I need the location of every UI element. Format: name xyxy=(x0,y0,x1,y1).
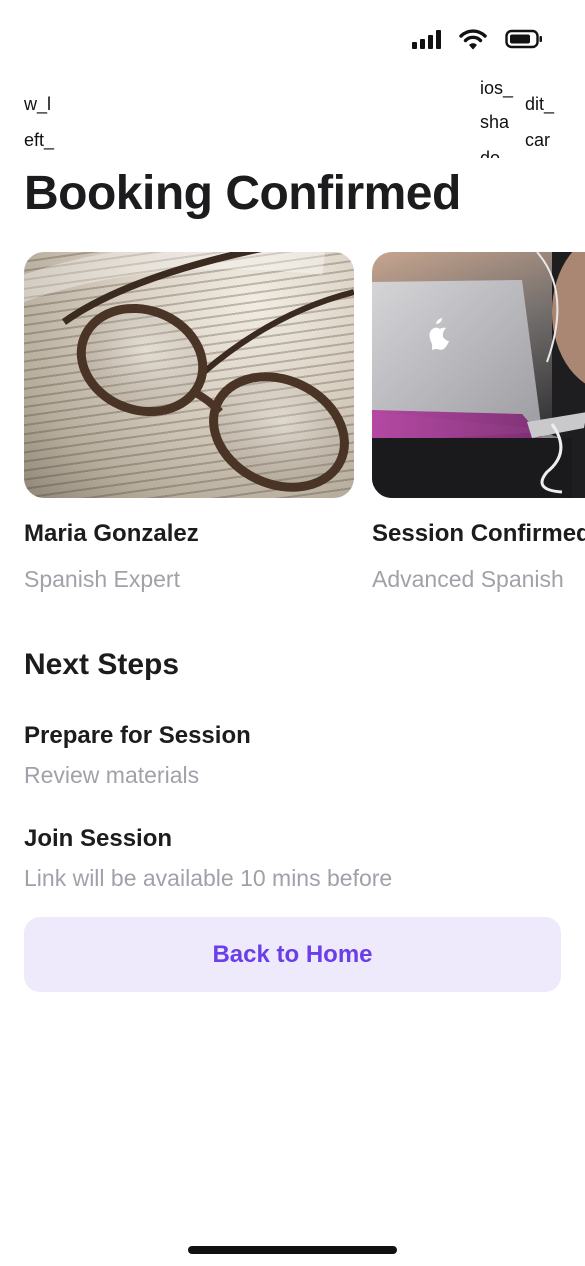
alt-fragment-line: do xyxy=(480,148,501,158)
image-alt-text-fragment: w_l eft_ xyxy=(24,86,64,166)
image-alt-text-fragment: dit_ car xyxy=(525,86,565,166)
home-indicator[interactable] xyxy=(188,1246,397,1254)
laptop-illustration xyxy=(372,252,585,498)
step-item: Join Session Link will be available 10 m… xyxy=(24,825,392,892)
next-steps-title: Next Steps xyxy=(24,648,180,681)
glasses-illustration xyxy=(24,252,354,492)
laptop-image xyxy=(372,252,585,498)
alt-fragment-line: ios_ xyxy=(480,78,514,98)
tutor-card[interactable]: Maria Gonzalez Spanish Expert xyxy=(24,252,354,593)
step-title: Join Session xyxy=(24,825,173,852)
card-title: Maria Gonzalez xyxy=(24,520,199,547)
step-subtitle: Link will be available 10 mins before xyxy=(24,865,393,891)
session-card[interactable]: Session Confirmed Advanced Spanish xyxy=(372,252,585,593)
image-alt-text-fragment: ios_ sha do xyxy=(480,72,514,158)
status-bar xyxy=(0,0,585,80)
card-title: Session Confirmed xyxy=(372,520,585,547)
wifi-icon xyxy=(459,29,487,50)
card-subtitle: Advanced Spanish xyxy=(372,566,564,592)
alt-fragment-line: sha xyxy=(480,112,510,132)
alt-fragment-line: dit_ xyxy=(525,94,555,114)
battery-icon xyxy=(505,29,542,49)
status-icons xyxy=(412,28,543,50)
alt-fragment-line: w_l xyxy=(24,94,52,114)
alt-fragment-line: car xyxy=(525,130,551,150)
reading-glasses-image xyxy=(24,252,354,498)
page-title: Booking Confirmed xyxy=(24,167,461,220)
step-subtitle: Review materials xyxy=(24,762,200,788)
step-item: Prepare for Session Review materials xyxy=(24,722,251,789)
back-to-home-button[interactable]: Back to Home xyxy=(24,917,561,992)
alt-fragment-line: eft_ xyxy=(24,130,55,150)
cellular-signal-icon xyxy=(412,29,441,49)
step-title: Prepare for Session xyxy=(24,722,251,749)
booking-cards-carousel[interactable]: Maria Gonzalez Spanish Expert Session Co… xyxy=(24,252,585,602)
card-subtitle: Spanish Expert xyxy=(24,566,180,592)
